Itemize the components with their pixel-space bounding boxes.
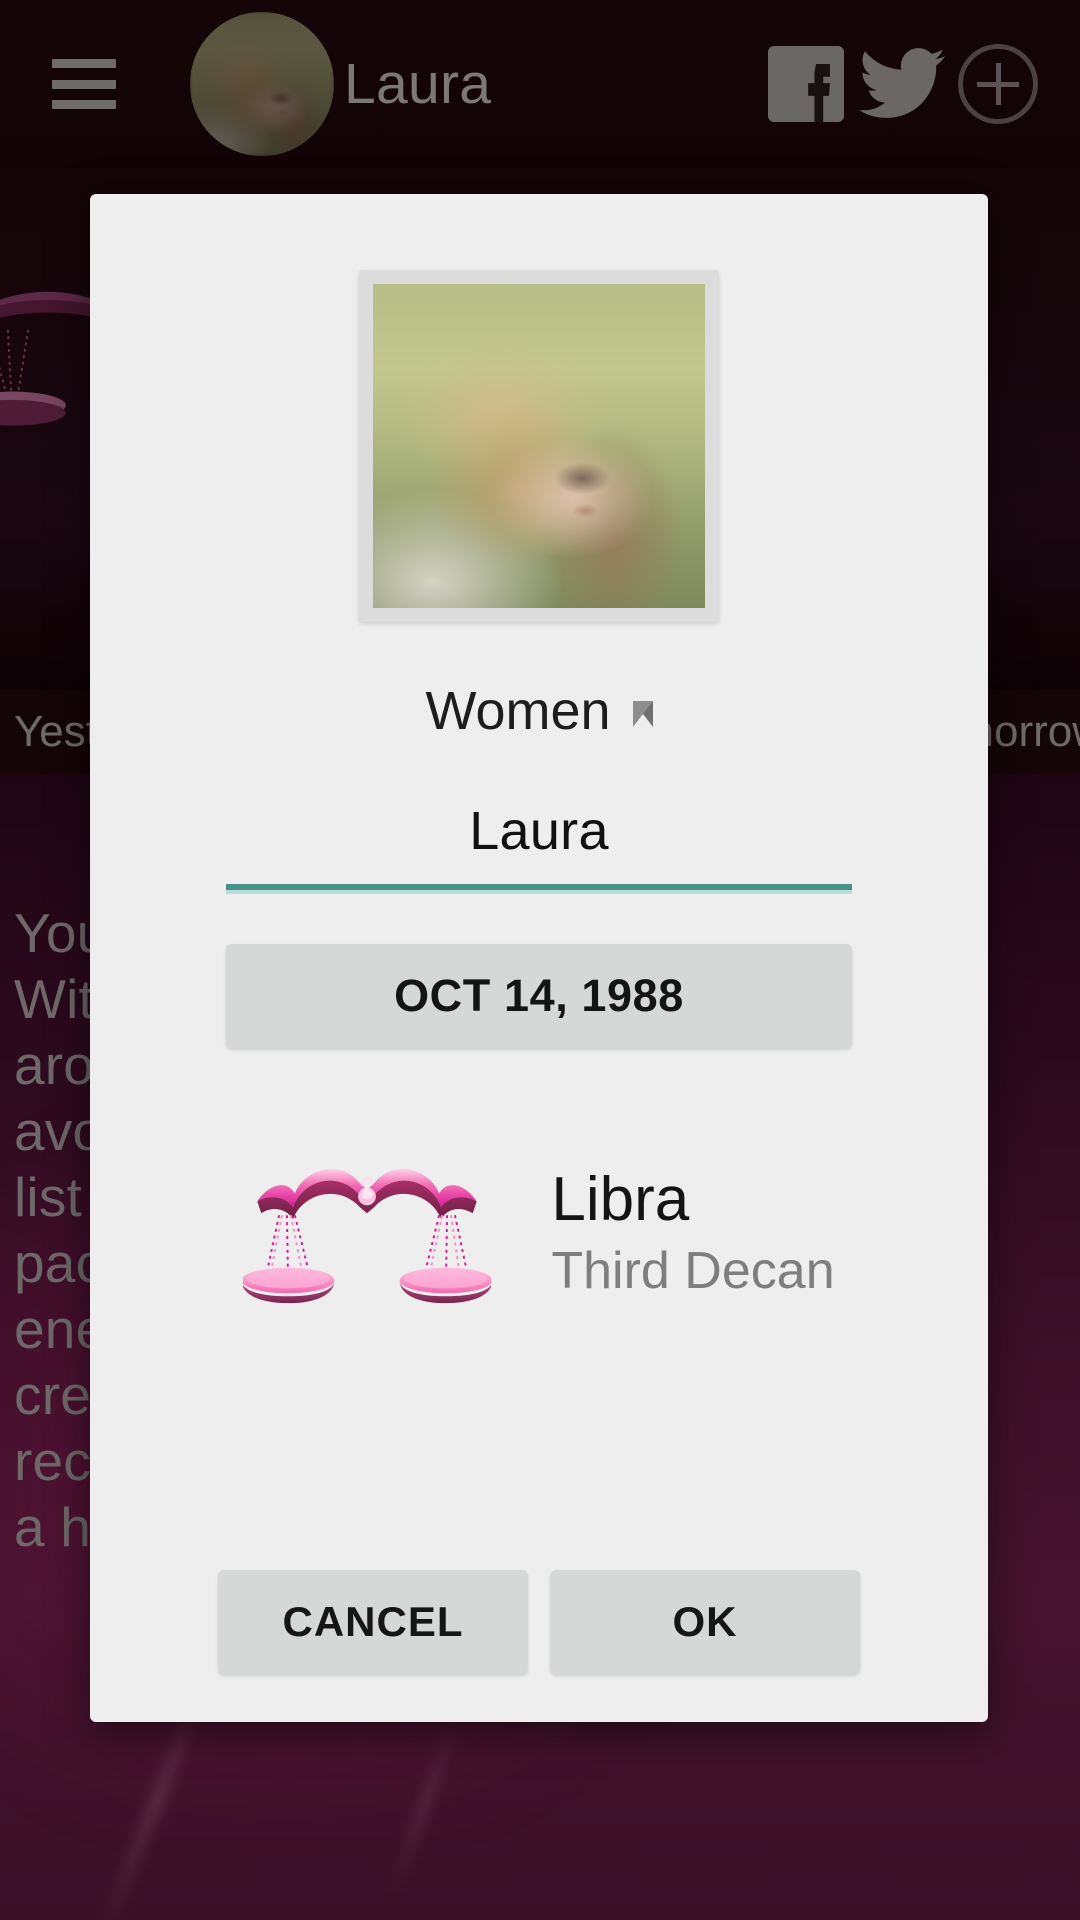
zodiac-decan: Third Decan bbox=[551, 1241, 835, 1300]
zodiac-sign-name: Libra bbox=[551, 1165, 690, 1235]
name-field[interactable]: Laura bbox=[226, 800, 852, 890]
profile-edit-dialog: Women Laura OCT 14, 1988 Libra Third Dec… bbox=[90, 194, 988, 1722]
hamburger-menu-icon[interactable] bbox=[52, 59, 116, 109]
dropdown-caret-icon bbox=[632, 701, 653, 727]
libra-scales-icon bbox=[243, 1168, 492, 1304]
screen: Laura Yesterday Tomorrow You bbox=[0, 0, 1080, 1920]
zodiac-sign-section: Libra Third Decan bbox=[90, 1150, 988, 1318]
profile-photo[interactable] bbox=[373, 284, 705, 608]
facebook-icon bbox=[768, 46, 844, 122]
profile-photo-frame[interactable] bbox=[359, 270, 719, 622]
twitter-icon bbox=[859, 48, 945, 118]
add-button[interactable] bbox=[950, 36, 1046, 132]
gender-selector[interactable]: Women bbox=[425, 680, 653, 742]
zodiac-labels: Libra Third Decan bbox=[551, 1167, 834, 1300]
cancel-button[interactable]: CANCEL bbox=[218, 1570, 528, 1674]
facebook-button[interactable] bbox=[758, 36, 854, 132]
avatar[interactable] bbox=[190, 12, 334, 156]
ok-button[interactable]: OK bbox=[550, 1570, 860, 1674]
birthdate-button[interactable]: OCT 14, 1988 bbox=[226, 944, 852, 1048]
twitter-button[interactable] bbox=[854, 36, 950, 132]
name-input-underline bbox=[226, 884, 852, 890]
app-header: Laura bbox=[0, 0, 1080, 168]
plus-circle-icon bbox=[958, 44, 1038, 124]
header-user[interactable]: Laura bbox=[190, 12, 491, 156]
profile-photo-image bbox=[373, 284, 705, 608]
header-user-name: Laura bbox=[344, 52, 492, 116]
avatar-dim-overlay bbox=[190, 12, 334, 156]
dialog-actions: CANCEL OK bbox=[90, 1570, 988, 1674]
name-input[interactable]: Laura bbox=[469, 800, 609, 862]
gender-value: Women bbox=[425, 681, 611, 741]
